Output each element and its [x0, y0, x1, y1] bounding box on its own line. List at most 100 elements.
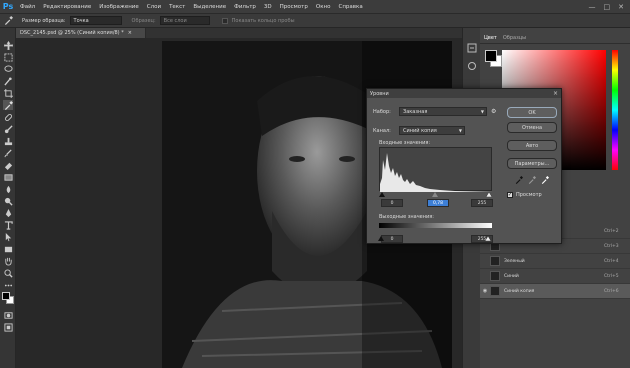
gray-eyedropper-icon[interactable]	[528, 176, 536, 184]
menu-bar: Ps Файл Редактирование Изображение Слои …	[0, 0, 630, 14]
cancel-button[interactable]: Отмена	[507, 122, 557, 133]
channel-shortcut: Ctrl+4	[604, 258, 619, 264]
type-tool-icon[interactable]	[3, 220, 13, 230]
sample-size-select[interactable]: Точка	[69, 16, 122, 25]
show-ring-label: Показать кольцо пробы	[231, 17, 295, 24]
blur-tool-icon[interactable]	[3, 184, 13, 194]
levels-dialog: Уровни × Набор: Заказная ▼ ⚙ Канал: Синий…	[366, 88, 562, 244]
options-button[interactable]: Параметры...	[507, 158, 557, 169]
input-black-field[interactable]: 0	[381, 199, 403, 207]
color-panel-tabs: Цвет Образцы	[480, 32, 630, 44]
pen-tool-icon[interactable]	[3, 208, 13, 218]
channel-thumbnail	[490, 286, 500, 296]
crop-tool-icon[interactable]	[3, 88, 13, 98]
dialog-title: Уровни	[370, 90, 389, 97]
sample-size-label: Размер образца:	[22, 17, 66, 24]
menu-view[interactable]: Просмотр	[276, 4, 312, 10]
options-bar: Размер образца: Точка Образец: Все слои …	[0, 14, 630, 28]
maximize-button[interactable]: □	[604, 3, 611, 11]
white-eyedropper-icon[interactable]	[541, 176, 549, 184]
brush-tool-icon[interactable]	[3, 124, 13, 134]
channel-row[interactable]: Синий Ctrl+5	[480, 269, 630, 284]
path-select-tool-icon[interactable]	[3, 232, 13, 242]
channel-name: Синий копия	[504, 288, 535, 294]
hand-tool-icon[interactable]	[3, 256, 13, 266]
menu-help[interactable]: Справка	[334, 4, 366, 10]
eyedroppers-group	[515, 176, 549, 184]
more-tools-icon[interactable]	[3, 280, 13, 290]
color-panel-foreground[interactable]	[485, 50, 497, 62]
history-brush-tool-icon[interactable]	[3, 148, 13, 158]
dodge-tool-icon[interactable]	[3, 196, 13, 206]
channel-row[interactable]: Зеленый Ctrl+4	[480, 254, 630, 269]
gradient-tool-icon[interactable]	[3, 172, 13, 182]
channel-thumbnail	[490, 256, 500, 266]
preset-select[interactable]: Заказная ▼	[399, 107, 487, 116]
healing-brush-tool-icon[interactable]	[3, 112, 13, 122]
samples-label: Образец:	[131, 17, 156, 24]
input-white-field[interactable]: 255	[471, 199, 493, 207]
marquee-tool-icon[interactable]	[3, 52, 13, 62]
eye-icon[interactable]: ◉	[480, 288, 490, 294]
tab-swatches[interactable]: Образцы	[503, 35, 526, 41]
close-tab-icon[interactable]: ×	[128, 30, 132, 36]
menu-window[interactable]: Окно	[312, 4, 335, 10]
history-panel-icon[interactable]	[467, 38, 477, 53]
histogram	[379, 147, 493, 192]
show-ring-checkbox[interactable]	[221, 17, 228, 24]
preview-label: Просмотр	[516, 192, 542, 198]
foreground-color-swatch[interactable]	[2, 292, 10, 300]
hue-slider[interactable]	[612, 50, 618, 170]
output-slider-track	[378, 226, 492, 242]
auto-button[interactable]: Авто	[507, 140, 557, 151]
input-slider-track	[379, 191, 493, 198]
eyedropper-tool-icon[interactable]	[4, 16, 18, 26]
channel-shortcut: Ctrl+5	[604, 273, 619, 279]
lasso-tool-icon[interactable]	[3, 64, 13, 74]
document-tab-title: DSC_2145.psd @ 25% (Синий копия/8) *	[20, 30, 124, 36]
samples-select[interactable]: Все слои	[159, 16, 210, 25]
minimize-button[interactable]: —	[589, 3, 596, 11]
channel-select[interactable]: Синий копия ▼	[399, 126, 465, 135]
screen-mode-icon[interactable]	[3, 322, 13, 332]
preview-checkbox[interactable]: ✓	[507, 192, 513, 198]
close-window-button[interactable]: ✕	[618, 3, 624, 11]
channel-name: Синий	[504, 273, 519, 279]
zoom-tool-icon[interactable]	[3, 268, 13, 278]
channel-shortcut: Ctrl+6	[604, 288, 619, 294]
tools-panel	[0, 28, 16, 368]
shape-tool-icon[interactable]	[3, 244, 13, 254]
channel-row-selected[interactable]: ◉ Синий копия Ctrl+6	[480, 284, 630, 299]
menu-filter[interactable]: Фильтр	[230, 4, 260, 10]
menu-file[interactable]: Файл	[16, 4, 39, 10]
preview-row[interactable]: ✓ Просмотр	[507, 192, 542, 198]
menu-3d[interactable]: 3D	[260, 4, 276, 10]
ok-button[interactable]: OK	[507, 107, 557, 118]
close-icon[interactable]: ×	[553, 90, 558, 97]
photoshop-logo: Ps	[2, 2, 14, 11]
menu-select[interactable]: Выделение	[189, 4, 230, 10]
black-eyedropper-icon[interactable]	[515, 176, 523, 184]
preset-label: Набор:	[373, 109, 391, 115]
clone-stamp-tool-icon[interactable]	[3, 136, 13, 146]
output-levels-label: Выходные значения:	[379, 214, 434, 220]
menu-layers[interactable]: Слои	[143, 4, 165, 10]
quick-mask-icon[interactable]	[3, 310, 13, 320]
eyedropper-tool-icon[interactable]	[3, 100, 13, 110]
tab-color[interactable]: Цвет	[484, 35, 497, 41]
input-black-slider	[379, 192, 385, 197]
channel-thumbnail	[490, 271, 500, 281]
channel-label: Канал:	[373, 128, 391, 134]
eraser-tool-icon[interactable]	[3, 160, 13, 170]
preset-options-icon[interactable]: ⚙	[491, 108, 496, 115]
move-tool-icon[interactable]	[3, 40, 13, 50]
menu-type[interactable]: Текст	[165, 4, 189, 10]
quick-select-tool-icon[interactable]	[3, 76, 13, 86]
channel-shortcut: Ctrl+3	[604, 243, 619, 249]
menu-image[interactable]: Изображение	[95, 4, 143, 10]
dialog-titlebar[interactable]: Уровни	[367, 89, 561, 98]
document-tab[interactable]: DSC_2145.psd @ 25% (Синий копия/8) * ×	[16, 28, 146, 38]
input-gamma-field[interactable]: 0,78	[427, 199, 449, 207]
menu-edit[interactable]: Редактирование	[39, 4, 95, 10]
properties-panel-icon[interactable]	[467, 56, 477, 70]
